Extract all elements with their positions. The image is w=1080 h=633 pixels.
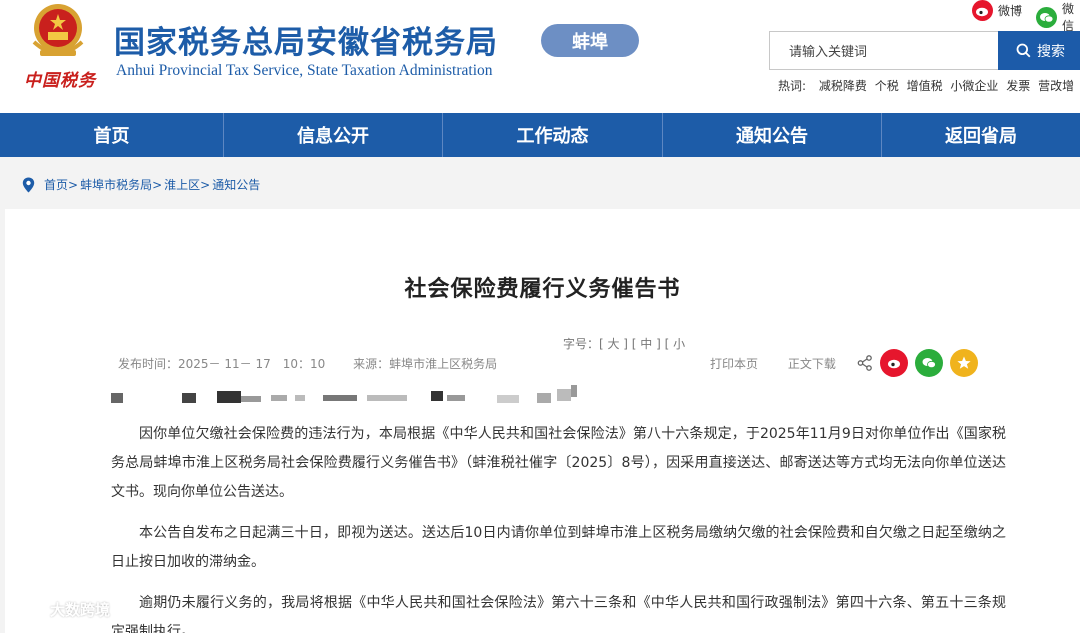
article-body: 因你单位欠缴社会保险费的违法行为，本局根据《中华人民共和国社会保险法》第八十六条… (111, 420, 1006, 633)
breadcrumb-home[interactable]: 首页 (44, 176, 68, 193)
hot-word[interactable]: 增值税 (907, 79, 943, 93)
article-panel: 社会保险费履行义务催告书 字号：[ 大 ] [ 中 ] [ 小 发布时间：202… (5, 209, 1080, 633)
weixin-label: 微信 (1062, 2, 1075, 33)
print-button[interactable]: 打印本页 (710, 357, 758, 371)
article-title: 社会保险费履行义务催告书 (404, 277, 681, 302)
city-badge[interactable]: 蚌埠 (541, 24, 639, 57)
nav-home[interactable]: 首页 (0, 113, 224, 157)
nav-info-disclosure[interactable]: 信息公开 (224, 113, 443, 157)
share-weibo-icon[interactable] (880, 349, 908, 377)
article-meta: 发布时间：2025－ 11－ 17 10：10 来源：蚌埠市淮上区税务局 (118, 355, 497, 372)
watermark-logo-icon (9, 601, 45, 617)
redacted-recipient (111, 385, 577, 403)
hot-word[interactable]: 减税降费 (819, 79, 867, 93)
article-actions: 打印本页 正文下载 (710, 355, 862, 372)
tax-seal-text: 中国税务 (24, 71, 96, 91)
wechat-icon (1036, 6, 1057, 28)
hot-words: 热词: 减税降费 个税 增值税 小微企业 发票 营改增 (778, 77, 1078, 94)
article-source: 来源：蚌埠市淮上区税务局 (353, 357, 498, 371)
breadcrumb-separator: > (68, 177, 79, 192)
share-wechat-icon[interactable] (915, 349, 943, 377)
breadcrumb-notices[interactable]: 通知公告 (212, 176, 260, 193)
breadcrumb: 首页 > 蚌埠市税务局 > 淮上区 > 通知公告 (22, 176, 260, 193)
national-emblem-icon (32, 4, 84, 56)
search-button[interactable]: 搜索 (998, 31, 1080, 70)
watermark: 大数跨境 (8, 598, 110, 620)
site-header: 中国税务 国家税务总局安徽省税务局 Anhui Provincial Tax S… (0, 0, 1080, 113)
hot-words-label: 热词: (778, 79, 807, 93)
hot-word[interactable]: 小微企业 (950, 79, 998, 93)
article-paragraph: 本公告自发布之日起满三十日，即视为送达。送达后10日内请你单位到蚌埠市淮上区税务… (111, 525, 1006, 570)
main-nav: 首页 信息公开 工作动态 通知公告 返回省局 (0, 113, 1080, 157)
breadcrumb-separator: > (152, 177, 163, 192)
font-size-switcher[interactable]: 字号：[ 大 ] [ 中 ] [ 小 (563, 335, 685, 352)
search-input[interactable]: 请输入关键词 (769, 31, 998, 70)
hot-word[interactable]: 营改增 (1038, 79, 1074, 93)
weibo-icon (972, 0, 993, 21)
publish-time: 发布时间：2025－ 11－ 17 10：10 (118, 357, 326, 371)
breadcrumb-separator: > (200, 177, 211, 192)
nav-notices[interactable]: 通知公告 (663, 113, 882, 157)
weixin-link[interactable]: 微信 (1036, 0, 1080, 34)
search-icon (1016, 43, 1031, 58)
article-paragraph: 逾期仍未履行义务的，我局将根据《中华人民共和国社会保险法》第六十三条和《中华人民… (111, 595, 1006, 633)
location-pin-icon (22, 177, 35, 192)
breadcrumb-district[interactable]: 淮上区 (164, 176, 200, 193)
article-paragraph: 因你单位欠缴社会保险费的违法行为，本局根据《中华人民共和国社会保险法》第八十六条… (111, 426, 1006, 500)
hot-word[interactable]: 发票 (1006, 79, 1030, 93)
weibo-link[interactable]: 微博 (972, 0, 1022, 21)
site-subtitle: Anhui Provincial Tax Service, State Taxa… (116, 62, 493, 79)
watermark-text: 大数跨境 (50, 600, 111, 619)
nav-return-province[interactable]: 返回省局 (882, 113, 1080, 157)
share-favorite-icon[interactable] (950, 349, 978, 377)
download-button[interactable]: 正文下载 (788, 357, 836, 371)
share-icon[interactable] (857, 355, 873, 371)
weibo-label: 微博 (998, 4, 1023, 18)
hot-word[interactable]: 个税 (875, 79, 899, 93)
breadcrumb-city-bureau[interactable]: 蚌埠市税务局 (80, 176, 152, 193)
share-bar (857, 349, 978, 377)
nav-work-news[interactable]: 工作动态 (443, 113, 663, 157)
search-button-label: 搜索 (1037, 43, 1065, 60)
site-title: 国家税务总局安徽省税务局 (114, 25, 498, 61)
